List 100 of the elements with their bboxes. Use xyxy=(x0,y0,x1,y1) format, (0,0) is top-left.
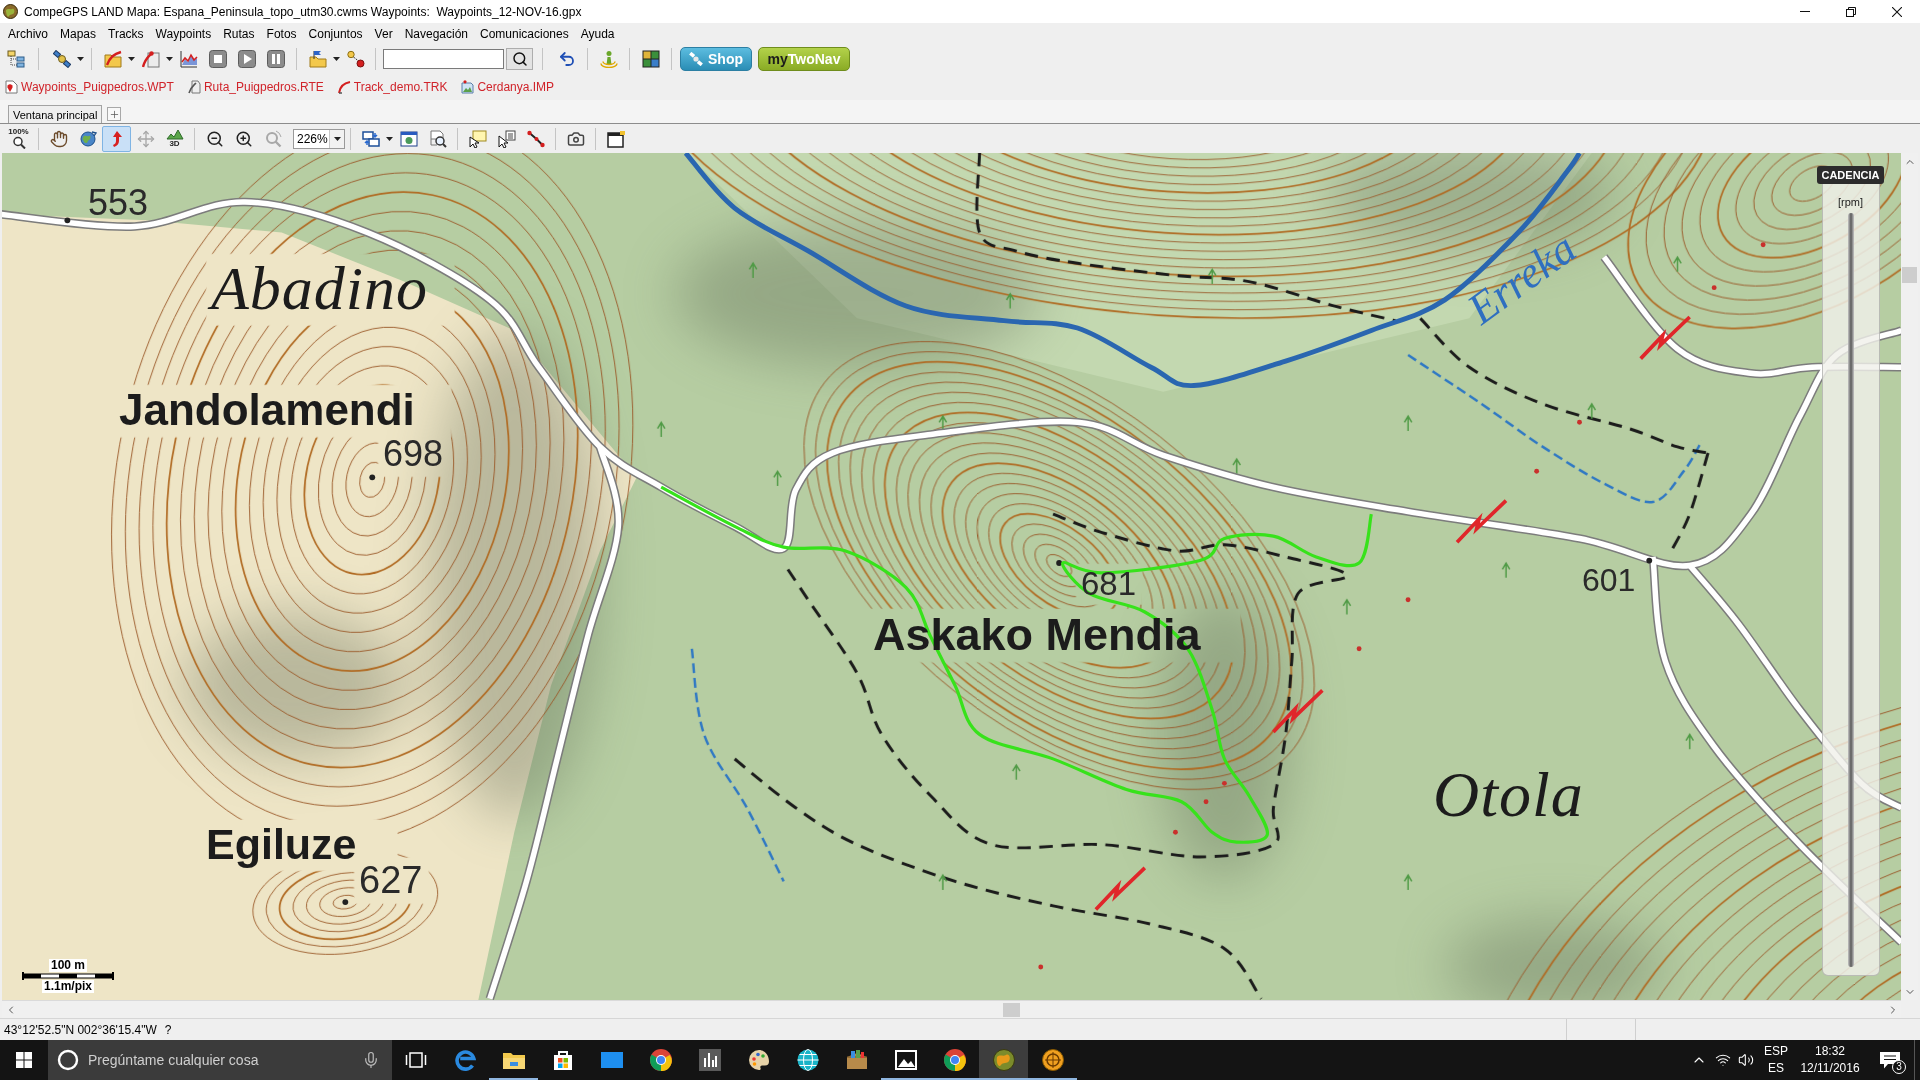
route-document-icon xyxy=(141,50,160,68)
elevation-label: 553 xyxy=(88,185,149,221)
search-field[interactable] xyxy=(383,49,504,69)
scrollbar-thumb[interactable] xyxy=(1003,1003,1020,1017)
menu-item[interactable]: Navegación xyxy=(398,24,474,44)
waypoint-file-icon xyxy=(5,79,18,94)
zoom-in-icon xyxy=(234,129,253,148)
elevation-label: 681 xyxy=(1081,567,1137,600)
restore-icon xyxy=(1846,6,1856,17)
taskbar-search-field[interactable]: Pregúntame cualquier cosa xyxy=(48,1040,392,1080)
menu-item[interactable]: Comunicaciones xyxy=(474,24,575,44)
menu-item[interactable]: Tracks xyxy=(102,24,150,44)
place-name-label: Jandolamendi xyxy=(119,388,415,432)
search-icon xyxy=(511,51,528,67)
rotate-globe-icon xyxy=(78,129,97,148)
caret-icon xyxy=(166,57,173,61)
menu-item[interactable]: Archivo xyxy=(2,24,54,44)
chrome-logo-icon xyxy=(943,1049,966,1071)
zoom-100-button[interactable]: 100% xyxy=(4,125,33,152)
hierarchy-icon xyxy=(6,50,25,68)
gps-signal-icon xyxy=(599,50,618,68)
scale-resolution-label: 1.1m/pix xyxy=(42,980,94,993)
globe-icon xyxy=(796,1049,819,1071)
notifications-button[interactable]: 3 xyxy=(1866,1040,1914,1080)
chrome-logo-icon xyxy=(649,1049,672,1071)
route-file-icon xyxy=(187,79,201,94)
caret-icon xyxy=(128,57,135,61)
wifi-icon xyxy=(1715,1052,1731,1068)
photo-icon xyxy=(894,1050,917,1070)
magnifier-icon xyxy=(263,129,282,148)
zoom-level-combo[interactable]: 226% xyxy=(293,128,345,149)
mytwonav-button[interactable]: myTwoNav xyxy=(758,47,850,71)
stop-icon xyxy=(208,50,227,68)
window-globe-icon xyxy=(399,129,418,148)
shopping-bag-icon xyxy=(551,1049,574,1071)
input-language-button[interactable]: ESP ES xyxy=(1758,1040,1794,1080)
file-link[interactable]: Waypoints_Puigpedros.WPT xyxy=(5,79,174,94)
plus-icon xyxy=(108,108,120,120)
minimize-icon xyxy=(1800,11,1810,12)
menu-item[interactable]: Rutas xyxy=(217,24,261,44)
cortana-ring-icon xyxy=(57,1049,79,1071)
map-tool-button[interactable] xyxy=(102,125,131,152)
compass-icon xyxy=(1041,1049,1064,1071)
track-edit-icon xyxy=(526,129,545,148)
globe-ball-icon xyxy=(992,1049,1015,1071)
elevation-label: 627 xyxy=(359,861,423,899)
search-button[interactable] xyxy=(506,48,533,70)
file-link[interactable]: Track_demo.TRK xyxy=(337,79,448,94)
close-icon xyxy=(1892,6,1902,17)
zoom-out-icon xyxy=(205,129,224,148)
caret-icon xyxy=(333,57,340,61)
window-title: CompeGPS LAND Mapa: Espana_Peninsula_topo_utm30.cwms Waypoints: Waypoints_12-NOV-16.gpx xyxy=(24,4,583,19)
scrollbar-thumb[interactable] xyxy=(1902,267,1917,283)
camera-icon xyxy=(566,129,585,148)
windows-logo-icon xyxy=(16,1052,32,1068)
waypoints-icon xyxy=(346,50,365,68)
elevation-label: 601 xyxy=(1582,564,1636,596)
layers-arrows-icon xyxy=(361,129,380,148)
folder-track-icon xyxy=(103,50,122,68)
elevation-label: 698 xyxy=(383,436,444,472)
menu-item[interactable]: Ayuda xyxy=(574,24,621,44)
gauge-unit-label: [rpm] xyxy=(1837,196,1864,208)
hand-icon xyxy=(49,129,68,148)
file-link[interactable]: Ruta_Puigpedros.RTE xyxy=(187,79,324,94)
menu-item[interactable]: Conjuntos xyxy=(302,24,369,44)
move-icon xyxy=(136,129,155,148)
menu-item[interactable]: Mapas xyxy=(54,24,103,44)
map-file-icon xyxy=(461,79,475,94)
edge-logo-icon xyxy=(453,1049,476,1071)
menu-item[interactable]: Waypoints xyxy=(149,24,218,44)
palette-icon xyxy=(747,1049,770,1071)
app-logo-icon xyxy=(3,4,18,19)
place-name-label: Otola xyxy=(1433,763,1584,827)
menu-item[interactable]: Fotos xyxy=(260,24,303,44)
magnifier-icon xyxy=(11,136,26,149)
caret-icon xyxy=(77,57,84,61)
map-tool-button[interactable]: 3D xyxy=(160,125,189,152)
package-icon xyxy=(845,1049,868,1071)
elevation-chart-icon xyxy=(179,50,198,68)
notification-count: 3 xyxy=(1892,1060,1906,1074)
map-grid-icon xyxy=(641,50,660,68)
folder-flag-icon xyxy=(308,50,327,68)
bar-chart-tile-icon xyxy=(698,1049,721,1071)
pause-icon xyxy=(266,50,285,68)
tab[interactable]: Ventana principal xyxy=(8,105,103,124)
track-file-icon xyxy=(337,79,351,94)
volume-icon xyxy=(1738,1052,1754,1068)
clock-button[interactable]: 18:32 12/11/2016 xyxy=(1794,1040,1866,1080)
window-icon xyxy=(606,129,625,148)
help-mark: ? xyxy=(164,1022,172,1037)
undo-icon xyxy=(557,50,576,68)
microphone-icon xyxy=(362,1051,380,1069)
menu-item[interactable]: Ver xyxy=(368,24,399,44)
task-view-icon xyxy=(405,1051,427,1069)
page-magnifier-icon xyxy=(428,129,447,148)
add-tab-button[interactable] xyxy=(107,107,122,121)
mail-icon xyxy=(600,1052,623,1068)
file-link[interactable]: Cerdanya.IMP xyxy=(461,79,555,94)
note-cursor-icon xyxy=(468,129,487,148)
caret-icon xyxy=(333,136,341,141)
